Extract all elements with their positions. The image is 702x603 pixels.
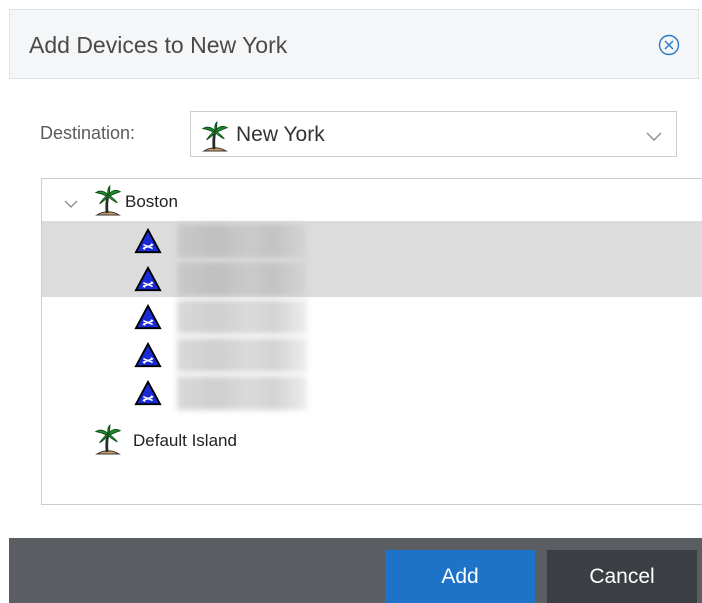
destination-label: Destination: xyxy=(40,123,136,143)
router-triangle-icon xyxy=(134,266,162,297)
cancel-button[interactable]: Cancel xyxy=(547,550,697,603)
palm-tree-island-icon xyxy=(201,121,229,158)
tree-node-device[interactable] xyxy=(42,373,702,411)
chevron-down-icon[interactable] xyxy=(64,196,78,214)
router-triangle-icon xyxy=(134,304,162,335)
tree-node-default-island[interactable]: Default Island xyxy=(42,422,702,460)
dialog-footer: Add Cancel xyxy=(9,538,702,603)
dialog-title: Add Devices to New York xyxy=(29,32,288,58)
destination-value: New York xyxy=(236,123,325,146)
router-triangle-icon xyxy=(134,380,162,411)
obscured-device-name xyxy=(177,224,307,258)
destination-select[interactable]: New York xyxy=(190,111,677,157)
chevron-down-icon xyxy=(646,129,662,147)
obscured-device-name xyxy=(177,262,307,296)
obscured-device-name xyxy=(177,376,307,410)
tree-node-boston[interactable]: Boston xyxy=(42,183,702,221)
palm-tree-island-icon xyxy=(94,185,122,222)
palm-tree-island-icon xyxy=(94,424,122,461)
dialog-titlebar: Add Devices to New York xyxy=(9,9,699,79)
router-triangle-icon xyxy=(134,228,162,259)
device-tree[interactable]: Boston Default Island xyxy=(41,178,702,505)
tree-node-device[interactable] xyxy=(42,335,702,373)
tree-node-device[interactable] xyxy=(42,297,702,335)
router-triangle-icon xyxy=(134,342,162,373)
tree-node-device[interactable] xyxy=(42,221,702,259)
add-devices-dialog: Add Devices to New York Destination: New… xyxy=(9,9,702,603)
obscured-device-name xyxy=(177,338,307,372)
add-button[interactable]: Add xyxy=(385,550,535,603)
tree-node-device[interactable] xyxy=(42,259,702,297)
obscured-device-name xyxy=(177,300,307,334)
tree-node-label: Boston xyxy=(125,192,178,211)
tree-node-label: Default Island xyxy=(133,431,237,450)
close-icon[interactable] xyxy=(658,34,680,56)
